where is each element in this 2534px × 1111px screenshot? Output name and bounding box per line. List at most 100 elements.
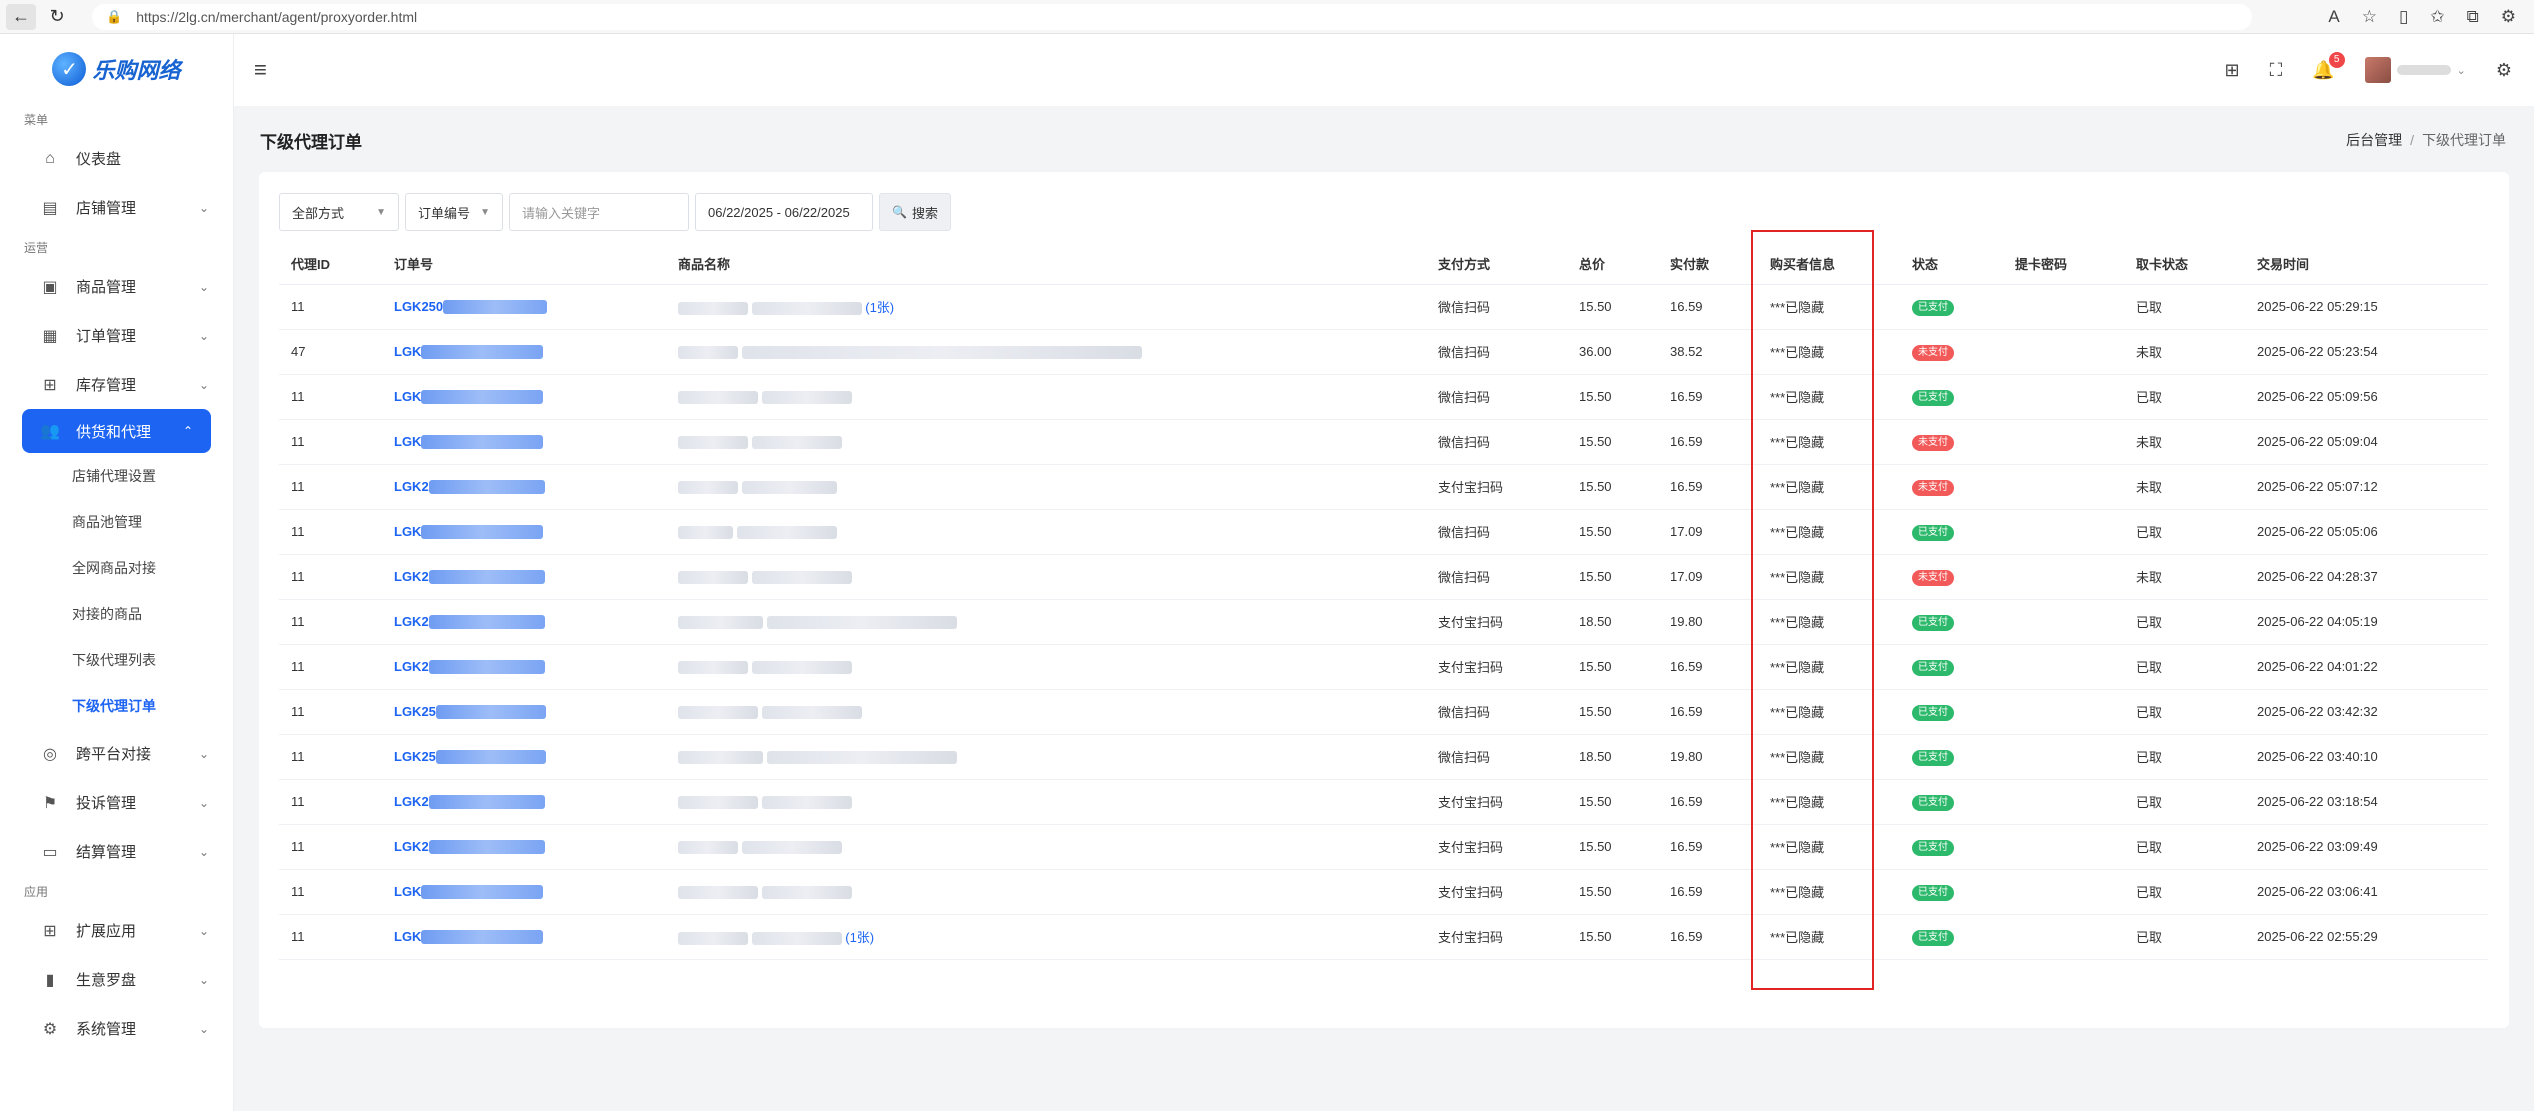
search-button[interactable]: 🔍 搜索 [879,193,951,231]
sidebar-item-supply-agent[interactable]: 👥 供货和代理 ⌃ [22,409,211,453]
sidebar-item-products[interactable]: ▣ 商品管理 ⌄ [0,262,233,311]
sidebar-item-dashboard[interactable]: ⌂ 仪表盘 [0,134,233,183]
agent-id: 11 [279,689,382,735]
sidebar-item-system[interactable]: ⚙ 系统管理 ⌄ [0,1004,233,1053]
pickup-status: 未取 [2124,554,2245,600]
fullscreen-icon[interactable]: ⛶ [2270,60,2283,81]
order-number[interactable]: LGK25 [382,689,666,735]
pay-method: 支付宝扫码 [1426,914,1567,960]
date-range-input[interactable]: 06/22/2025 - 06/22/2025 [695,193,873,231]
order-number[interactable]: LGK2 [382,464,666,510]
sidebar-sub-item-active[interactable]: 下级代理订单 [0,683,233,729]
trade-time: 2025-06-22 05:05:06 [2245,509,2488,555]
sidebar-item-complaints[interactable]: ⚑ 投诉管理 ⌄ [0,778,233,827]
section-title-ops: 运营 [24,240,49,255]
sidebar-item-extensions[interactable]: ⊞ 扩展应用 ⌄ [0,906,233,955]
card-password [2003,734,2124,780]
status-cell: 已支付 [1900,599,2003,645]
order-number[interactable]: LGK2 [382,554,666,600]
favorites-icon[interactable]: ✩ [2430,7,2444,27]
sidebar-item-cross-platform[interactable]: ◎ 跨平台对接 ⌄ [0,729,233,778]
sidebar-sub-item[interactable]: 商品池管理 [0,499,233,545]
users-icon: 👥 [40,423,60,440]
status-cell: 已支付 [1900,734,2003,780]
split-screen-icon[interactable]: ▯ [2399,7,2408,27]
sidebar-item-store[interactable]: ▤ 店铺管理 ⌄ [0,183,233,232]
product-name [666,779,1426,825]
order-number[interactable]: LGK [382,914,666,960]
sidebar-item-settlement[interactable]: ▭ 结算管理 ⌄ [0,827,233,876]
order-number[interactable]: LGK2 [382,779,666,825]
status-badge: 未支付 [1912,344,1954,361]
redacted-product [678,706,758,720]
reload-icon[interactable]: ↻ [42,4,72,30]
order-number[interactable]: LGK25 [382,734,666,780]
logo[interactable]: ✓ 乐购网络 [0,34,233,104]
redacted-order-suffix [435,705,546,720]
agent-id: 11 [279,734,382,780]
redacted-order-suffix [428,840,545,855]
order-number[interactable]: LGK2 [382,824,666,870]
top-header: ≡ ⊞ ⛶ 🔔 5 ⌄ ⚙ [234,34,2534,106]
sidebar-sub-item[interactable]: 店铺代理设置 [0,453,233,499]
search-icon: 🔍 [892,205,907,219]
total-price: 15.50 [1567,644,1658,690]
favorite-star-icon[interactable]: ☆ [2362,7,2377,27]
settings-icon[interactable]: ⚙ [2496,60,2512,81]
order-number[interactable]: LGK2 [382,644,666,690]
collections-icon[interactable]: ⧉ [2467,7,2479,27]
breadcrumb-home[interactable]: 后台管理 [2346,132,2402,148]
payment-method-select[interactable]: 全部方式 ▼ [279,193,399,231]
sidebar-item-compass[interactable]: ▮ 生意罗盘 ⌄ [0,955,233,1004]
card-password [2003,599,2124,645]
section-title-apps: 应用 [24,884,49,899]
agent-id: 11 [279,824,382,870]
back-icon[interactable]: ← [6,3,36,30]
extensions-icon[interactable]: ⚙ [2501,7,2516,27]
sidebar-sub-item[interactable]: 全网商品对接 [0,545,233,591]
product-name [666,419,1426,465]
order-number[interactable]: LGK [382,419,666,465]
agent-id: 11 [279,599,382,645]
sidebar-sub-item[interactable]: 下级代理列表 [0,637,233,683]
card-password [2003,644,2124,690]
status-badge: 未支付 [1912,434,1954,451]
order-number[interactable]: LGK [382,509,666,555]
qrcode-icon[interactable]: ⊞ [2225,60,2240,81]
order-number[interactable]: LGK [382,374,666,420]
menu-toggle-icon[interactable]: ≡ [254,57,267,83]
table-row: 11 LGK 支付宝扫码 15.50 16.59 ***已隐藏 已支付 已取 2025-06-… [279,869,2488,915]
order-field-select[interactable]: 订单编号 ▼ [405,193,503,231]
sidebar-item-inventory[interactable]: ⊞ 库存管理 ⌄ [0,360,233,409]
order-field-value: 订单编号 [418,205,471,221]
pay-method: 支付宝扫码 [1426,599,1567,645]
agent-id: 11 [279,374,382,420]
order-number[interactable]: LGK [382,869,666,915]
address-bar[interactable]: 🔒 https://2lg.cn/merchant/agent/proxyord… [92,3,2252,30]
sidebar-item-orders[interactable]: ▦ 订单管理 ⌄ [0,311,233,360]
sidebar-item-label: 库存管理 [76,377,137,394]
read-aloud-icon[interactable]: A [2328,7,2339,27]
order-number[interactable]: LGK [382,329,666,375]
home-icon: ⌂ [45,149,55,167]
status-cell: 未支付 [1900,554,2003,600]
table-row: 47 LGK 微信扫码 36.00 38.52 ***已隐藏 未支付 未取 2025-06-2… [279,329,2488,375]
paid-amount: 16.59 [1658,824,1758,870]
pickup-status: 未取 [2124,419,2245,465]
redacted-order-suffix [443,300,548,315]
order-number[interactable]: LGK2 [382,599,666,645]
status-cell: 已支付 [1900,869,2003,915]
status-cell: 已支付 [1900,779,2003,825]
sidebar-sub-item[interactable]: 对接的商品 [0,591,233,637]
status-badge: 已支付 [1912,929,1954,946]
notification-bell-icon[interactable]: 🔔 5 [2312,51,2345,81]
col-agent-id: 代理ID [279,244,382,285]
redacted-order-suffix [428,660,545,675]
keyword-input[interactable]: 请输入关键字 [509,193,689,231]
user-menu[interactable]: ⌄ [2364,57,2466,83]
paid-amount: 16.59 [1658,644,1758,690]
sidebar-item-label: 供货和代理 [76,423,152,441]
table-row: 11 LGK2 微信扫码 15.50 17.09 ***已隐藏 未支付 未取 2025-06-… [279,554,2488,600]
order-number[interactable]: LGK250 [382,284,666,330]
table-row: 11 LGK2 支付宝扫码 15.50 16.59 ***已隐藏 已支付 已取 2025-06… [279,824,2488,870]
